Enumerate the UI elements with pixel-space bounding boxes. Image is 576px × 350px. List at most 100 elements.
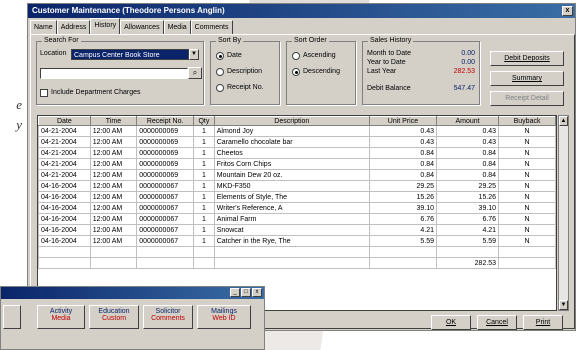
sales-history-group: Sales History Month to Date 0.00 Year to… [362, 37, 480, 105]
table-cell: 1 [193, 235, 215, 247]
table-cell: Writer's Reference, A [213, 202, 370, 214]
table-row[interactable]: 04-16-2004 12:00 AM 0000000067 1 Elements of… [38, 191, 556, 203]
table-cell: 0000000067 [136, 180, 195, 192]
table-cell: 04-16-2004 [38, 202, 91, 214]
sales-history-legend: Sales History [368, 37, 414, 44]
table-row[interactable]: 04-16-2004 12:00 AM 0000000067 1 MKD-F350 29.… [38, 180, 556, 192]
table-cell: 12:00 AM [89, 136, 138, 148]
col-unit-price[interactable]: Unit Price [368, 116, 438, 126]
table-cell: 12:00 AM [89, 202, 138, 214]
tab-allowances[interactable]: Allowances [120, 20, 164, 34]
table-cell: 04-21-2004 [38, 169, 91, 181]
col-date[interactable]: Date [38, 116, 91, 126]
table-cell: 1 [193, 191, 215, 203]
col-time[interactable]: Time [89, 116, 138, 126]
col-amount[interactable]: Amount [436, 116, 500, 126]
close-icon[interactable]: x [562, 6, 573, 16]
table-cell: Caramello chocolate bar [213, 136, 370, 148]
tab-history[interactable]: History [90, 18, 121, 34]
table-cell: 1 [193, 224, 215, 236]
table-row[interactable]: 04-21-2004 12:00 AM 0000000069 1 Mountain De… [38, 169, 556, 181]
table-cell: 5.59 [368, 235, 438, 247]
tab-media[interactable]: Media [163, 20, 191, 34]
sales-history-grid: Date Time Receipt No. Qty Description Un… [37, 115, 557, 311]
table-cell: Elements of Style, The [213, 191, 370, 203]
total-cell [213, 257, 370, 269]
sort-date-radio[interactable] [216, 52, 224, 60]
grid-scrollbar[interactable]: ▲ ▼ [558, 115, 569, 311]
secondary-tab-partial[interactable] [3, 305, 21, 329]
grid-body: 04-21-2004 12:00 AM 0000000069 1 Almond Joy 0… [38, 125, 556, 258]
table-cell: 0000000067 [136, 235, 195, 247]
table-cell: 1 [193, 136, 215, 148]
secondary-tab-activity[interactable]: Activity Media [37, 305, 85, 329]
table-row[interactable]: 04-21-2004 12:00 AM 0000000069 1 Cheetos 0.84… [38, 147, 556, 159]
secondary-tab-solicitor[interactable]: Solicitor Comments [143, 305, 193, 329]
grid-header-row: Date Time Receipt No. Qty Description Un… [38, 116, 556, 126]
table-cell: N [498, 202, 556, 214]
receipt-detail-button[interactable]: Receipt Detail [490, 91, 564, 106]
descending-radio[interactable] [292, 68, 300, 76]
close-icon[interactable]: x [252, 288, 262, 297]
table-cell: N [498, 213, 556, 225]
debit-deposits-button[interactable]: Debit Deposits [490, 51, 564, 66]
table-cell: Animal Farm [213, 213, 370, 225]
location-select[interactable]: Campus Center Book Store [71, 49, 189, 60]
table-cell: 15.26 [436, 191, 500, 203]
tab-bottom-label: Web ID [212, 315, 236, 322]
tab-top-label: Mailings [211, 308, 237, 315]
table-row[interactable]: 04-16-2004 12:00 AM 0000000067 1 Writer's Re… [38, 202, 556, 214]
col-description[interactable]: Description [213, 116, 370, 126]
minimize-icon[interactable]: _ [230, 288, 240, 297]
table-row[interactable] [38, 246, 556, 258]
summary-button[interactable]: Summary [490, 71, 564, 86]
tab-address[interactable]: Address [56, 20, 91, 34]
table-row[interactable]: 04-16-2004 12:00 AM 0000000067 1 Catcher in … [38, 235, 556, 247]
tab-bottom-label: Media [51, 315, 71, 322]
tab-comments[interactable]: Comments [190, 20, 233, 34]
scroll-down-icon[interactable]: ▼ [559, 300, 568, 310]
table-row[interactable]: 04-16-2004 12:00 AM 0000000067 1 Animal Farm… [38, 213, 556, 225]
sort-receipt-radio[interactable] [216, 84, 224, 92]
chevron-down-icon[interactable]: ▼ [189, 49, 199, 60]
include-department-label: Include Department Charges [51, 89, 141, 96]
search-icon[interactable]: ⌕ [188, 67, 202, 79]
secondary-tab-education[interactable]: Education Custom [89, 305, 139, 329]
table-cell: 1 [193, 158, 215, 170]
table-row[interactable]: 04-21-2004 12:00 AM 0000000069 1 Almond Joy 0… [38, 125, 556, 137]
table-cell: 4.21 [436, 224, 500, 236]
table-cell: 12:00 AM [89, 191, 138, 203]
col-buyback[interactable]: Buyback [498, 116, 556, 126]
tab-name[interactable]: Name [30, 20, 57, 34]
search-input[interactable] [40, 68, 188, 79]
total-amount: 282.53 [436, 257, 500, 269]
col-receipt[interactable]: Receipt No. [136, 116, 195, 126]
cancel-button[interactable]: Cancel [477, 315, 517, 330]
customer-maintenance-window: Customer Maintenance (Theodore Persons A… [27, 3, 576, 331]
ascending-radio[interactable] [292, 52, 300, 60]
table-cell: 0.43 [368, 125, 438, 137]
month-to-date-value: 0.00 [461, 50, 475, 57]
include-department-checkbox[interactable] [40, 89, 48, 97]
scroll-up-icon[interactable]: ▲ [559, 116, 568, 126]
location-label: Location [40, 50, 67, 57]
table-cell: 1 [193, 125, 215, 137]
table-cell: 04-21-2004 [38, 125, 91, 137]
table-row[interactable]: 04-21-2004 12:00 AM 0000000069 1 Fritos Corn… [38, 158, 556, 170]
table-row[interactable]: 04-21-2004 12:00 AM 0000000069 1 Caramello c… [38, 136, 556, 148]
col-qty[interactable]: Qty [193, 116, 215, 126]
sort-description-radio[interactable] [216, 68, 224, 76]
table-cell: 0.84 [436, 147, 500, 159]
table-cell: 29.25 [368, 180, 438, 192]
last-year-value: 282.53 [453, 68, 475, 75]
table-cell: Fritos Corn Chips [213, 158, 370, 170]
table-cell: 0.84 [436, 169, 500, 181]
table-cell: 0000000067 [136, 213, 195, 225]
table-cell: 12:00 AM [89, 235, 138, 247]
print-button[interactable]: Print [523, 315, 563, 330]
secondary-tab-mailings[interactable]: Mailings Web ID [197, 305, 251, 329]
table-cell: 04-16-2004 [38, 213, 91, 225]
maximize-icon[interactable]: □ [241, 288, 251, 297]
ok-button[interactable]: OK [431, 315, 471, 330]
table-row[interactable]: 04-16-2004 12:00 AM 0000000067 1 Snowcat 4.21… [38, 224, 556, 236]
